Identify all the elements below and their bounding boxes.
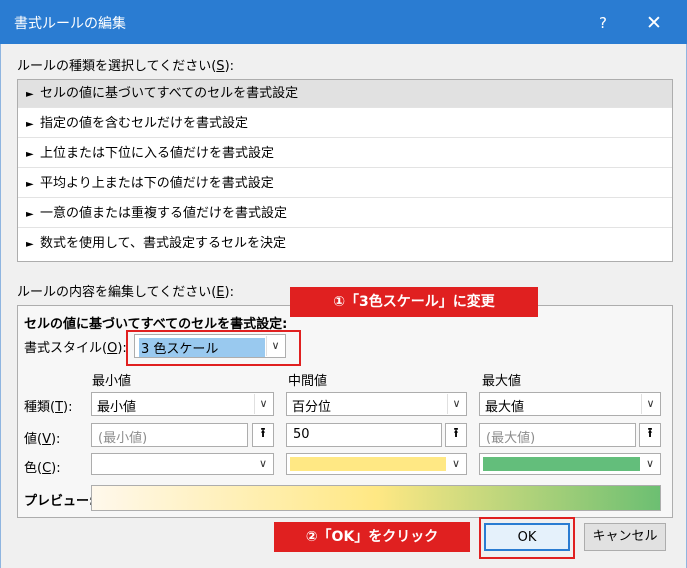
rule-type-item[interactable]: ► セルの値に基づいてすべてのセルを書式設定 — [18, 80, 672, 108]
ok-button[interactable]: OK — [484, 523, 570, 551]
format-style-highlight — [126, 330, 301, 366]
cancel-button[interactable]: キャンセル — [584, 523, 666, 551]
color-scale-preview — [91, 485, 661, 511]
mid-type-select[interactable]: 百分位 ∨ — [286, 392, 467, 416]
max-color-select[interactable]: ∨ — [479, 453, 661, 475]
column-mid-header: 中間値 — [288, 374, 328, 389]
rule-content-label: ルールの内容を編集してください(E): — [17, 285, 234, 300]
rule-type-item[interactable]: ► 上位または下位に入る値だけを書式設定 — [18, 140, 672, 168]
window-title: 書式ルールの編集 — [14, 16, 126, 32]
chevron-down-icon[interactable]: ∨ — [641, 394, 659, 414]
rule-type-item[interactable]: ► 数式を使用して、書式設定するセルを決定 — [18, 230, 672, 258]
title-bar: 書式ルールの編集 ? ✕ — [0, 0, 687, 44]
max-value-input[interactable]: (最大値) — [479, 423, 636, 447]
column-max-header: 最大値 — [482, 374, 522, 389]
help-icon[interactable]: ? — [590, 10, 616, 36]
chevron-down-icon[interactable]: ∨ — [254, 394, 272, 414]
max-range-select-icon[interactable]: ⭱ — [639, 423, 661, 447]
chevron-down-icon[interactable]: ∨ — [447, 394, 465, 414]
chevron-down-icon[interactable]: ∨ — [447, 455, 465, 473]
rule-type-item[interactable]: ► 指定の値を含むセルだけを書式設定 — [18, 110, 672, 138]
step2-callout: ②「OK」をクリック — [274, 522, 470, 552]
value-label: 値(V): — [24, 432, 61, 447]
triangle-icon: ► — [26, 149, 34, 160]
close-icon[interactable]: ✕ — [640, 10, 668, 36]
color-label: 色(C): — [24, 461, 61, 476]
min-type-select[interactable]: 最小値 ∨ — [91, 392, 274, 416]
min-color-select[interactable]: ∨ — [91, 453, 274, 475]
mid-range-select-icon[interactable]: ⭱ — [445, 423, 467, 447]
column-min-header: 最小値 — [92, 374, 132, 389]
rule-type-list: ► セルの値に基づいてすべてのセルを書式設定 ► 指定の値を含むセルだけを書式設定 … — [17, 79, 673, 262]
preview-label: プレビュー: — [24, 494, 95, 509]
max-type-select[interactable]: 最大値 ∨ — [479, 392, 661, 416]
rule-type-item[interactable]: ► 平均より上または下の値だけを書式設定 — [18, 170, 672, 198]
mid-value-input[interactable]: 50 — [286, 423, 442, 447]
type-label: 種類(T): — [24, 400, 73, 415]
min-color-swatch — [95, 457, 253, 471]
rule-type-label: ルールの種類を選択してください(S): — [17, 59, 235, 74]
min-range-select-icon[interactable]: ⭱ — [252, 423, 274, 447]
triangle-icon: ► — [26, 119, 34, 130]
step1-callout: ①「3色スケール」に変更 — [290, 287, 538, 317]
triangle-icon: ► — [26, 209, 34, 220]
mid-color-select[interactable]: ∨ — [286, 453, 467, 475]
min-value-input[interactable]: (最小値) — [91, 423, 248, 447]
chevron-down-icon[interactable]: ∨ — [641, 455, 659, 473]
mid-color-swatch — [290, 457, 446, 471]
triangle-icon: ► — [26, 239, 34, 250]
max-color-swatch — [483, 457, 640, 471]
rule-type-item[interactable]: ► 一意の値または重複する値だけを書式設定 — [18, 200, 672, 228]
format-style-label: 書式スタイル(O): — [24, 341, 127, 356]
triangle-icon: ► — [26, 89, 34, 100]
triangle-icon: ► — [26, 179, 34, 190]
chevron-down-icon[interactable]: ∨ — [254, 455, 272, 473]
